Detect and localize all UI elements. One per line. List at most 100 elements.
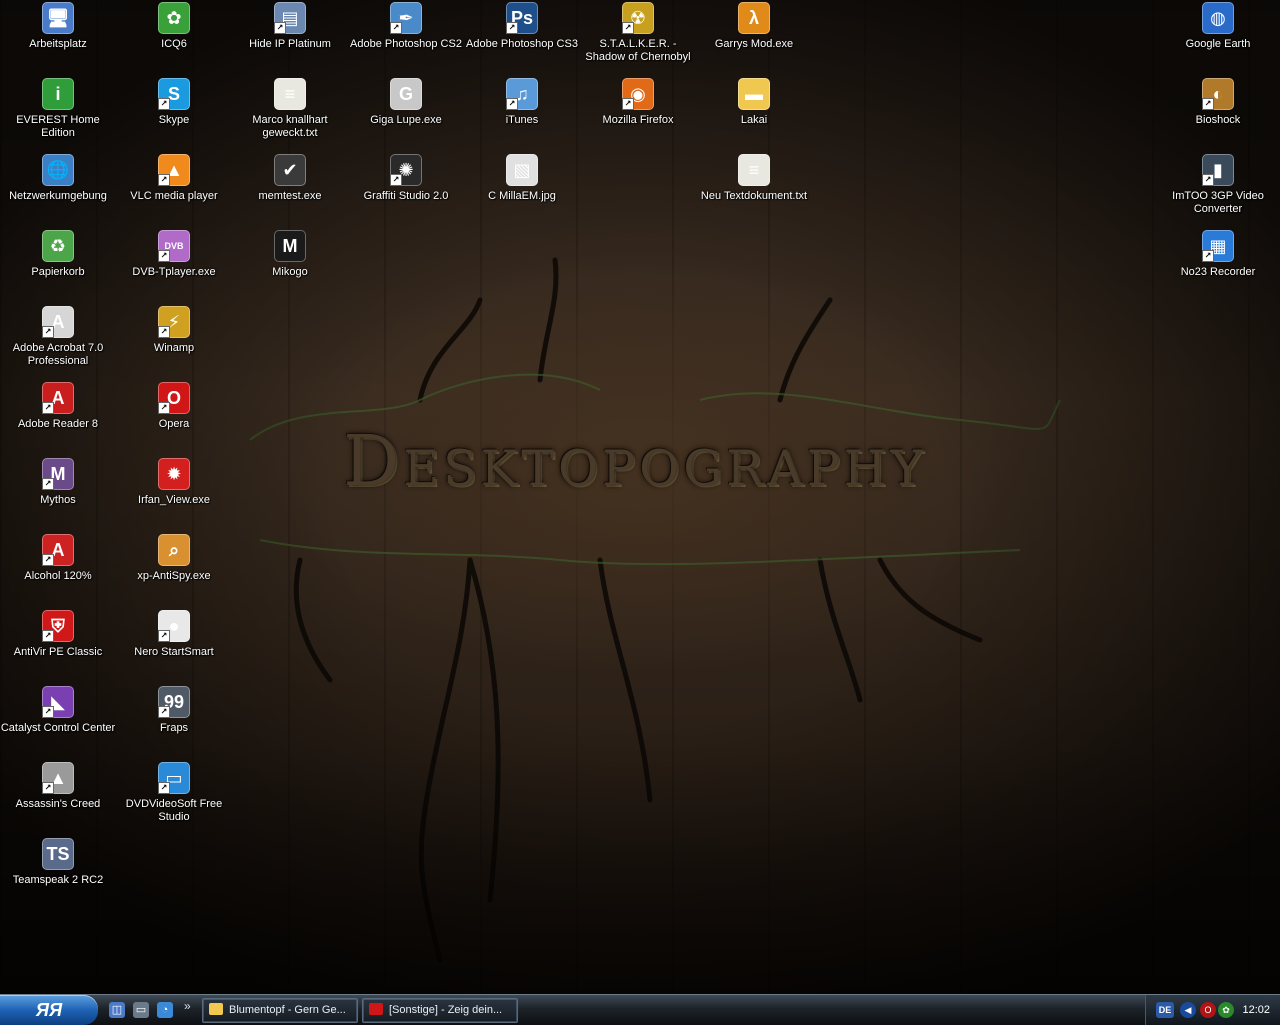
desktop-icon-label: Adobe Reader 8: [17, 418, 99, 430]
desktop-icon[interactable]: ▲ ↗ Assassin's Creed: [0, 762, 116, 811]
tray-expand-icon[interactable]: ◀: [1180, 1002, 1196, 1018]
opera-tray-icon[interactable]: O: [1200, 1002, 1216, 1018]
shortcut-arrow-icon: ↗: [390, 22, 402, 34]
shortcut-arrow-icon: ↗: [622, 98, 634, 110]
desktop-icon[interactable]: ✺ ↗ Graffiti Studio 2.0: [348, 154, 464, 203]
folder-icon: ▬: [738, 78, 770, 110]
desktop-icon[interactable]: Ps ↗ Adobe Photoshop CS3: [464, 2, 580, 51]
desktop-icon[interactable]: TS Teamspeak 2 RC2: [0, 838, 116, 887]
desktop-icon-label: Mikogo: [272, 266, 308, 278]
garrys-mod-icon: λ: [738, 2, 770, 34]
desktop-icon-label: Neu Textdokument.txt: [700, 190, 808, 202]
desktop-icon[interactable]: ◍ Google Earth: [1160, 2, 1276, 51]
desktop-icon[interactable]: ✹ Irfan_View.exe: [116, 458, 232, 507]
desktop-icon[interactable]: ▤ ↗ Hide IP Platinum: [232, 2, 348, 51]
shortcut-arrow-icon: ↗: [1202, 98, 1214, 110]
show-desktop-icon[interactable]: ◫: [109, 1002, 125, 1018]
desktop-icon-label: Mythos: [40, 494, 76, 506]
desktop-icon[interactable]: ▬ Lakai: [696, 78, 812, 127]
desktop-icon[interactable]: ⛨ ↗ AntiVir PE Classic: [0, 610, 116, 659]
desktop-icon-label: Catalyst Control Center: [0, 722, 116, 734]
media-icon[interactable]: ◔: [157, 1002, 173, 1018]
desktop-icon[interactable]: 🖥 Arbeitsplatz: [0, 2, 116, 51]
desktop-icon[interactable]: ▭ ↗ DVDVideoSoft Free Studio: [116, 762, 232, 824]
desktop-icon-label: EVEREST Home Edition: [16, 114, 100, 139]
desktop-icon[interactable]: M ↗ Mythos: [0, 458, 116, 507]
desktop-icon-label: Bioshock: [1195, 114, 1241, 126]
shortcut-arrow-icon: ↗: [506, 98, 518, 110]
desktop-icon[interactable]: λ Garrys Mod.exe: [696, 2, 812, 51]
desktop-icon[interactable]: ◐ ↗ Bioshock: [1160, 78, 1276, 127]
desktop-icon[interactable]: ⌕ xp-AntiSpy.exe: [116, 534, 232, 583]
shortcut-arrow-icon: ↗: [42, 478, 54, 490]
desktop-icon-label: Skype: [158, 114, 190, 126]
desktop-icon[interactable]: ◣ ↗ Catalyst Control Center: [0, 686, 116, 735]
desktop-icon[interactable]: ⚡ ↗ Winamp: [116, 306, 232, 355]
desktop-icon[interactable]: ≡ Neu Textdokument.txt: [696, 154, 812, 203]
shortcut-arrow-icon: ↗: [42, 326, 54, 338]
desktop-icon-label: Opera: [158, 418, 190, 430]
desktop-icon-label: memtest.exe: [258, 190, 322, 202]
folder-icon: [209, 1003, 223, 1015]
shortcut-arrow-icon: ↗: [158, 706, 170, 718]
desktop-icon[interactable]: G Giga Lupe.exe: [348, 78, 464, 127]
desktop-icon[interactable]: O ↗ Opera: [116, 382, 232, 431]
desktop-icon[interactable]: ☢ ↗ S.T.A.L.K.E.R. - Shadow of Chernobyl: [580, 2, 696, 64]
desktop-icon[interactable]: A ↗ Alcohol 120%: [0, 534, 116, 583]
desktop-icon[interactable]: i EVEREST Home Edition: [0, 78, 116, 140]
nero-icon: ● ↗: [158, 610, 190, 642]
shortcut-arrow-icon: ↗: [1202, 174, 1214, 186]
taskbar-task-button[interactable]: Blumentopf - Gern Ge...: [202, 998, 358, 1023]
icq-tray-icon[interactable]: ✿: [1218, 1002, 1234, 1018]
desktop-icon[interactable]: ◉ ↗ Mozilla Firefox: [580, 78, 696, 127]
desktop-icon[interactable]: ▲ ↗ VLC media player: [116, 154, 232, 203]
taskbar-task-button[interactable]: [Sonstige] - Zeig dein...: [362, 998, 518, 1023]
window-icon[interactable]: ▭: [133, 1002, 149, 1018]
desktop-icon[interactable]: 🌐 Netzwerkumgebung: [0, 154, 116, 203]
desktop-icon-label: Nero StartSmart: [134, 646, 214, 658]
desktop-icon[interactable]: ✿ ICQ6: [116, 2, 232, 51]
icq-icon: ✿: [158, 2, 190, 34]
desktop-icon[interactable]: ♫ ↗ iTunes: [464, 78, 580, 127]
xp-antispy-icon: ⌕: [158, 534, 190, 566]
desktop-icon[interactable]: ✔ memtest.exe: [232, 154, 348, 203]
desktop-icon[interactable]: ▧ C MillaEM.jpg: [464, 154, 580, 203]
desktop-icon-label: Teamspeak 2 RC2: [12, 874, 104, 886]
desktop-icon[interactable]: M Mikogo: [232, 230, 348, 279]
desktop-icon-label: No23 Recorder: [1180, 266, 1256, 278]
giga-lupe-icon: G: [390, 78, 422, 110]
desktop-icon[interactable]: S ↗ Skype: [116, 78, 232, 127]
desktop-icon[interactable]: ♻ Papierkorb: [0, 230, 116, 279]
alcohol-icon: A ↗: [42, 534, 74, 566]
taskbar: ЯЯ ◫ ▭ ◔ » Blumentopf - Gern Ge... [Sonstig…: [0, 994, 1280, 1025]
desktop-icon[interactable]: ▮ ↗ ImTOO 3GP Video Converter: [1160, 154, 1276, 216]
dvb-player-icon: DVB ↗: [158, 230, 190, 262]
desktop-icon[interactable]: ▦ ↗ No23 Recorder: [1160, 230, 1276, 279]
desktop-icon-label: DVDVideoSoft Free Studio: [125, 798, 223, 823]
desktop-icon[interactable]: ● ↗ Nero StartSmart: [116, 610, 232, 659]
text-file-icon: ≡: [274, 78, 306, 110]
clock[interactable]: 12:02: [1242, 995, 1270, 1025]
network-icon: 🌐: [42, 154, 74, 186]
quick-launch-overflow-button[interactable]: »: [184, 999, 191, 1013]
text-file-icon: ≡: [738, 154, 770, 186]
mikogo-icon: M: [274, 230, 306, 262]
desktop-icon[interactable]: A ↗ Adobe Reader 8: [0, 382, 116, 431]
everest-icon: i: [42, 78, 74, 110]
desktop-icon[interactable]: 99 ↗ Fraps: [116, 686, 232, 735]
desktop-icon-label: ImTOO 3GP Video Converter: [1172, 190, 1264, 215]
desktop-icon[interactable]: ✒ ↗ Adobe Photoshop CS2: [348, 2, 464, 51]
desktop-icon-label: Mozilla Firefox: [602, 114, 674, 126]
recycle-bin-icon: ♻: [42, 230, 74, 262]
desktop-icon[interactable]: A ↗ Adobe Acrobat 7.0 Professional: [0, 306, 116, 368]
opera-icon: O ↗: [158, 382, 190, 414]
itunes-icon: ♫ ↗: [506, 78, 538, 110]
system-tray: DE ◀ O ✿ 12:02: [1145, 995, 1280, 1025]
desktop-icon-label: Irfan_View.exe: [138, 494, 210, 506]
shortcut-arrow-icon: ↗: [42, 782, 54, 794]
desktop-icon[interactable]: DVB ↗ DVB-Tplayer.exe: [116, 230, 232, 279]
language-indicator[interactable]: DE: [1156, 1002, 1174, 1018]
desktop-icon[interactable]: ≡ Marco knallhart geweckt.txt: [232, 78, 348, 140]
dvdvideosoft-icon: ▭ ↗: [158, 762, 190, 794]
start-button[interactable]: ЯЯ: [0, 995, 98, 1025]
